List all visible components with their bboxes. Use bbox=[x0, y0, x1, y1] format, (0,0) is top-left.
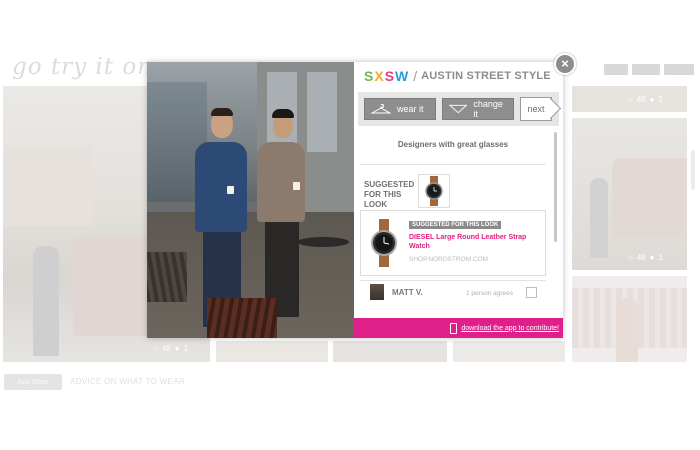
look-details-panel: S X S W / AUSTIN STREET STYLE wear it ch… bbox=[354, 62, 563, 338]
suggested-heading-line: SUGGESTED bbox=[364, 180, 415, 189]
look-modal: S X S W / AUSTIN STREET STYLE wear it ch… bbox=[147, 62, 563, 338]
tile-stats: ⌂ 48 ● 1 bbox=[628, 253, 663, 262]
tile-image-person bbox=[616, 298, 638, 362]
details-scroll-area[interactable]: Designers with great glasses SUGGESTED F… bbox=[358, 130, 559, 316]
nav-tab[interactable] bbox=[632, 64, 660, 75]
action-bar: wear it change it next bbox=[358, 92, 559, 126]
coffee-cup bbox=[293, 182, 300, 190]
wear-it-button[interactable]: wear it bbox=[364, 98, 436, 120]
hanger-icon: ⌂ bbox=[628, 253, 633, 262]
panel-title: AUSTIN STREET STYLE bbox=[421, 70, 551, 82]
phone-icon bbox=[450, 322, 458, 334]
photo-person-right-hair bbox=[272, 109, 294, 118]
sxsw-logo: S X S W bbox=[364, 68, 409, 84]
suggested-item-thumbnail[interactable] bbox=[418, 174, 450, 208]
tile-image-truck bbox=[612, 158, 687, 238]
photo-person-left bbox=[195, 142, 247, 232]
comment-icon: ● bbox=[649, 253, 655, 262]
tile-image-person bbox=[590, 178, 608, 258]
panel-header: S X S W / AUSTIN STREET STYLE bbox=[354, 62, 563, 90]
suggestion-badge: SUGGESTED FOR THIS LOOK bbox=[409, 221, 502, 229]
change-it-label: change it bbox=[473, 99, 503, 119]
coffee-cup bbox=[227, 186, 234, 194]
suggestion-title-link[interactable]: DIESEL Large Round Leather Strap Watch bbox=[409, 233, 541, 251]
look-caption: Designers with great glasses bbox=[397, 140, 509, 149]
photo-window bbox=[307, 72, 337, 152]
photo-person-left-hair bbox=[211, 108, 233, 116]
tile-image-building bbox=[3, 146, 93, 226]
panel-scrollbar[interactable] bbox=[554, 132, 557, 242]
download-app-bar: download the app to contribute! bbox=[354, 318, 563, 338]
nav-tab[interactable] bbox=[604, 64, 628, 75]
look-tile[interactable]: ⌂ 48 ● 1 bbox=[572, 86, 687, 112]
site-logo[interactable]: go try it on. bbox=[12, 54, 161, 80]
comment-icon: ● bbox=[174, 344, 180, 353]
change-it-button[interactable]: change it bbox=[442, 98, 514, 120]
comment-row: MATT V. 1 person agrees bbox=[370, 284, 548, 308]
sxsw-letter: X bbox=[374, 68, 385, 84]
likes-count: 48 bbox=[161, 344, 171, 353]
sxsw-letter: S bbox=[384, 68, 396, 84]
top-nav-tabs bbox=[604, 64, 694, 75]
tile-stats: ⌂ 48 ● 1 bbox=[628, 95, 663, 104]
look-tile[interactable] bbox=[453, 341, 565, 362]
likes-count: 48 bbox=[636, 253, 646, 262]
suggested-heading: SUGGESTED FOR THIS LOOK bbox=[364, 180, 420, 210]
header-separator: / bbox=[413, 68, 418, 84]
page-scrollbar[interactable] bbox=[691, 150, 695, 190]
suggestion-shop-link[interactable]: SHOP.NORDSTROM.COM bbox=[409, 256, 488, 263]
agree-checkbox[interactable] bbox=[526, 287, 537, 298]
wear-it-label: wear it bbox=[397, 104, 424, 114]
app-store-badge[interactable]: App Store bbox=[4, 374, 62, 390]
hanger-icon: ⌂ bbox=[153, 344, 158, 353]
next-label: next bbox=[527, 104, 545, 114]
tile-stats: ⌂ 48 ● 1 bbox=[153, 344, 188, 353]
look-tile[interactable] bbox=[216, 341, 328, 362]
next-button[interactable]: next bbox=[520, 97, 552, 121]
hanger-icon bbox=[371, 104, 391, 114]
close-modal-button[interactable]: × bbox=[554, 53, 576, 75]
app-store-label: App Store bbox=[17, 378, 49, 386]
bottom-tagline: ADVICE ON WHAT TO WEAR bbox=[70, 377, 185, 386]
comments-count: 1 bbox=[183, 344, 189, 353]
tile-image-person bbox=[33, 246, 59, 356]
watch-icon bbox=[371, 219, 397, 267]
likes-count: 48 bbox=[636, 95, 646, 104]
suggested-heading-line: FOR THIS LOOK bbox=[364, 190, 402, 209]
photo-chair bbox=[147, 252, 187, 302]
hanger-icon bbox=[449, 104, 468, 114]
nav-tab[interactable] bbox=[664, 64, 694, 75]
sxsw-letter: W bbox=[395, 68, 410, 84]
watch-icon bbox=[425, 176, 443, 206]
hanger-icon: ⌂ bbox=[628, 95, 633, 104]
agree-count: 1 person agrees bbox=[466, 290, 513, 297]
avatar[interactable] bbox=[370, 284, 384, 300]
comments-count: 1 bbox=[658, 95, 664, 104]
look-photo bbox=[147, 62, 354, 338]
divider bbox=[360, 164, 546, 165]
comments-count: 1 bbox=[658, 253, 664, 262]
look-tile[interactable]: ⌂ 48 ● 1 bbox=[572, 118, 687, 270]
sxsw-letter: S bbox=[364, 68, 375, 84]
photo-table bbox=[297, 237, 349, 247]
photo-chair-foreground bbox=[207, 298, 277, 338]
comment-icon: ● bbox=[649, 95, 655, 104]
download-app-link[interactable]: download the app to contribute! bbox=[461, 325, 559, 332]
look-tile[interactable] bbox=[572, 276, 687, 362]
look-tile[interactable] bbox=[333, 341, 447, 362]
commenter-name[interactable]: MATT V. bbox=[392, 288, 423, 297]
suggestion-card[interactable]: SUGGESTED FOR THIS LOOK DIESEL Large Rou… bbox=[360, 210, 546, 276]
divider bbox=[360, 280, 546, 281]
